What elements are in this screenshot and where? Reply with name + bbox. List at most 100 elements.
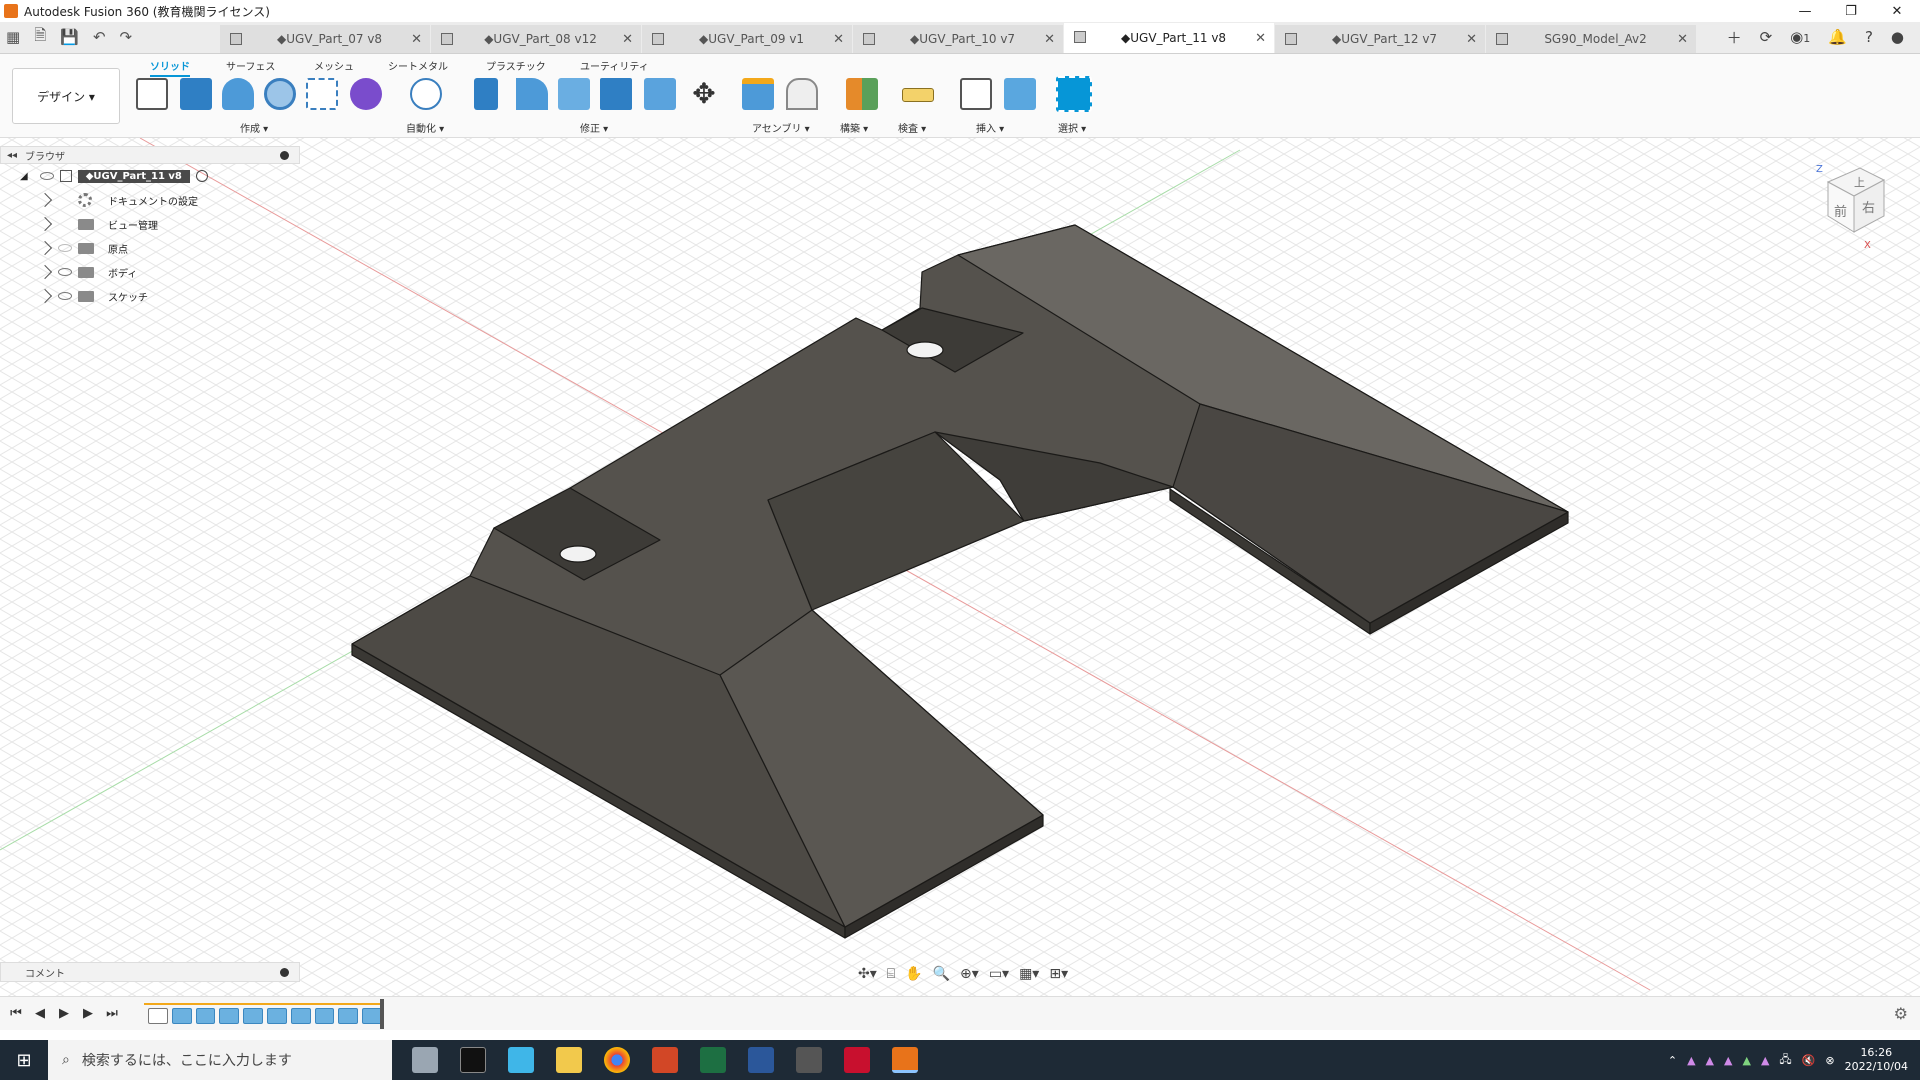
close-tab-icon[interactable]: ✕ xyxy=(1044,32,1055,47)
pan-icon[interactable]: ✋ xyxy=(905,966,922,982)
solidworks-icon[interactable] xyxy=(844,1047,870,1073)
tab-plastic[interactable]: プラスチック xyxy=(486,58,546,73)
timeline-feature[interactable] xyxy=(290,1008,311,1024)
timeline-feature[interactable] xyxy=(243,1008,263,1024)
close-tab-icon[interactable]: ✕ xyxy=(1677,32,1688,47)
grid-settings-icon[interactable]: ▦▾ xyxy=(1019,966,1039,982)
automate-group-label[interactable]: 自動化 ▾ xyxy=(406,120,444,135)
split-body-icon[interactable] xyxy=(644,78,676,110)
job-status-icon[interactable]: ◉1 xyxy=(1790,28,1810,46)
pattern-icon[interactable] xyxy=(306,78,338,110)
timeline-feature[interactable] xyxy=(362,1008,382,1024)
tab-sg90-model[interactable]: SG90_Model_Av2 ✕ xyxy=(1486,25,1696,53)
timeline-feature[interactable] xyxy=(266,1008,287,1024)
taskbar-search-box[interactable]: ⌕ 検索するには、ここに入力します xyxy=(48,1040,392,1080)
tray-app-icon[interactable]: ▲ xyxy=(1742,1054,1750,1067)
save-icon[interactable]: 💾 xyxy=(60,28,79,46)
tab-ugv-part-12[interactable]: ◆UGV_Part_12 v7 ✕ xyxy=(1275,25,1485,53)
browser-root-item[interactable]: ◢ ◆UGV_Part_11 v8 xyxy=(0,164,300,188)
expand-triangle-icon[interactable] xyxy=(37,288,53,304)
look-at-icon[interactable]: ⌸ xyxy=(887,966,895,982)
collapse-browser-icon[interactable]: ◂◂ xyxy=(7,150,17,161)
timeline-feature[interactable] xyxy=(314,1008,335,1024)
create-sketch-icon[interactable] xyxy=(136,78,168,110)
joint-icon[interactable] xyxy=(786,78,818,110)
close-tab-icon[interactable]: ✕ xyxy=(833,32,844,47)
visibility-eye-icon[interactable] xyxy=(39,172,54,180)
hole-icon[interactable] xyxy=(264,78,296,110)
create-group-label[interactable]: 作成 ▾ xyxy=(240,120,268,135)
tab-ugv-part-09[interactable]: ◆UGV_Part_09 v1 ✕ xyxy=(642,25,852,53)
file-menu-icon[interactable]: 🗎 xyxy=(34,25,46,50)
visibility-eye-icon[interactable] xyxy=(58,292,72,300)
construct-group-label[interactable]: 構築 ▾ xyxy=(840,120,868,135)
timeline-marker[interactable] xyxy=(380,999,384,1029)
move-icon[interactable]: ✥ xyxy=(688,78,720,110)
windows-start-icon[interactable]: ⊞ xyxy=(0,1040,48,1080)
browser-item-sketches[interactable]: スケッチ xyxy=(0,284,300,308)
pin-icon[interactable] xyxy=(280,150,289,160)
browser-item-origin[interactable]: 原点 xyxy=(0,236,300,260)
go-to-start-icon[interactable]: ⏮ xyxy=(4,1006,28,1021)
user-avatar[interactable]: ● xyxy=(1891,28,1904,46)
app-icon[interactable] xyxy=(796,1047,822,1073)
viewports-icon[interactable]: ⊞▾ xyxy=(1049,966,1068,982)
chrome-icon[interactable] xyxy=(604,1047,630,1073)
expand-triangle-icon[interactable] xyxy=(37,216,53,232)
construct-plane-icon[interactable] xyxy=(846,78,878,110)
timeline-settings-gear-icon[interactable]: ⚙ xyxy=(1894,1004,1908,1023)
go-to-end-icon[interactable]: ⏭ xyxy=(100,1006,124,1021)
visibility-eye-icon[interactable] xyxy=(58,268,72,276)
hidden-eye-icon[interactable] xyxy=(58,244,72,252)
close-button[interactable]: ✕ xyxy=(1874,0,1920,22)
zoom-icon[interactable]: 🔍 xyxy=(933,966,950,982)
tab-ugv-part-11[interactable]: ◆UGV_Part_11 v8 ✕ xyxy=(1064,23,1274,53)
select-group-label[interactable]: 選択 ▾ xyxy=(1058,120,1086,135)
fillet-icon[interactable] xyxy=(516,78,548,110)
file-explorer-icon[interactable] xyxy=(556,1047,582,1073)
comments-panel[interactable]: コメント xyxy=(0,962,300,982)
viewcube-top-label[interactable]: 上 xyxy=(1854,176,1865,189)
expand-triangle-icon[interactable] xyxy=(37,264,53,280)
excel-icon[interactable] xyxy=(700,1047,726,1073)
close-tab-icon[interactable]: ✕ xyxy=(1466,32,1477,47)
timeline-extrude-feature[interactable] xyxy=(171,1008,192,1024)
tab-solid[interactable]: ソリッド xyxy=(150,58,190,77)
terminal-icon[interactable] xyxy=(460,1047,486,1073)
tab-ugv-part-10[interactable]: ◆UGV_Part_10 v7 ✕ xyxy=(853,25,1063,53)
press-pull-icon[interactable] xyxy=(474,78,498,110)
workspace-switcher[interactable]: デザイン ▾ xyxy=(12,68,120,124)
tray-app-icon[interactable]: ▲ xyxy=(1687,1054,1695,1067)
step-forward-icon[interactable]: ▶ xyxy=(76,1006,100,1021)
close-circle-icon[interactable]: ⊗ xyxy=(1825,1054,1834,1067)
notification-bell-icon[interactable]: 🔔 xyxy=(1828,28,1847,46)
insert-group-label[interactable]: 挿入 ▾ xyxy=(976,120,1004,135)
taskbar-clock[interactable]: 16:26 2022/10/04 xyxy=(1845,1046,1908,1074)
timeline-feature[interactable] xyxy=(338,1008,359,1024)
browser-item-named-views[interactable]: ビュー管理 xyxy=(0,212,300,236)
viewcube-right-label[interactable]: 右 xyxy=(1862,201,1875,216)
data-panel-icon[interactable]: ▦ xyxy=(6,28,20,46)
combine-icon[interactable] xyxy=(600,78,632,110)
help-icon[interactable]: ? xyxy=(1865,28,1873,46)
extrude-icon[interactable] xyxy=(180,78,212,110)
show-hidden-icons[interactable]: ⌃ xyxy=(1668,1054,1677,1067)
measure-icon[interactable] xyxy=(902,88,934,102)
undo-icon[interactable]: ↶ xyxy=(93,28,106,46)
expand-triangle-icon[interactable] xyxy=(37,240,53,256)
timeline-sketch-feature[interactable] xyxy=(148,1008,168,1024)
form-icon[interactable] xyxy=(350,78,382,110)
browser-item-document-settings[interactable]: ドキュメントの設定 xyxy=(0,188,300,212)
display-settings-icon[interactable]: ▭▾ xyxy=(989,966,1009,982)
revolve-icon[interactable] xyxy=(222,78,254,110)
new-component-icon[interactable] xyxy=(742,78,774,110)
extensions-icon[interactable]: ⟳ xyxy=(1760,28,1773,46)
powerpoint-icon[interactable] xyxy=(652,1047,678,1073)
tray-app-icon[interactable]: ▲ xyxy=(1761,1054,1769,1067)
activate-radio-icon[interactable] xyxy=(195,170,208,182)
restore-button[interactable]: ❐ xyxy=(1828,0,1874,22)
insert-derive-icon[interactable] xyxy=(960,78,992,110)
close-tab-icon[interactable]: ✕ xyxy=(411,32,422,47)
tab-ugv-part-07[interactable]: ◆UGV_Part_07 v8 ✕ xyxy=(220,25,430,53)
viewcube[interactable]: 上 前 右 Z X xyxy=(1812,160,1892,250)
